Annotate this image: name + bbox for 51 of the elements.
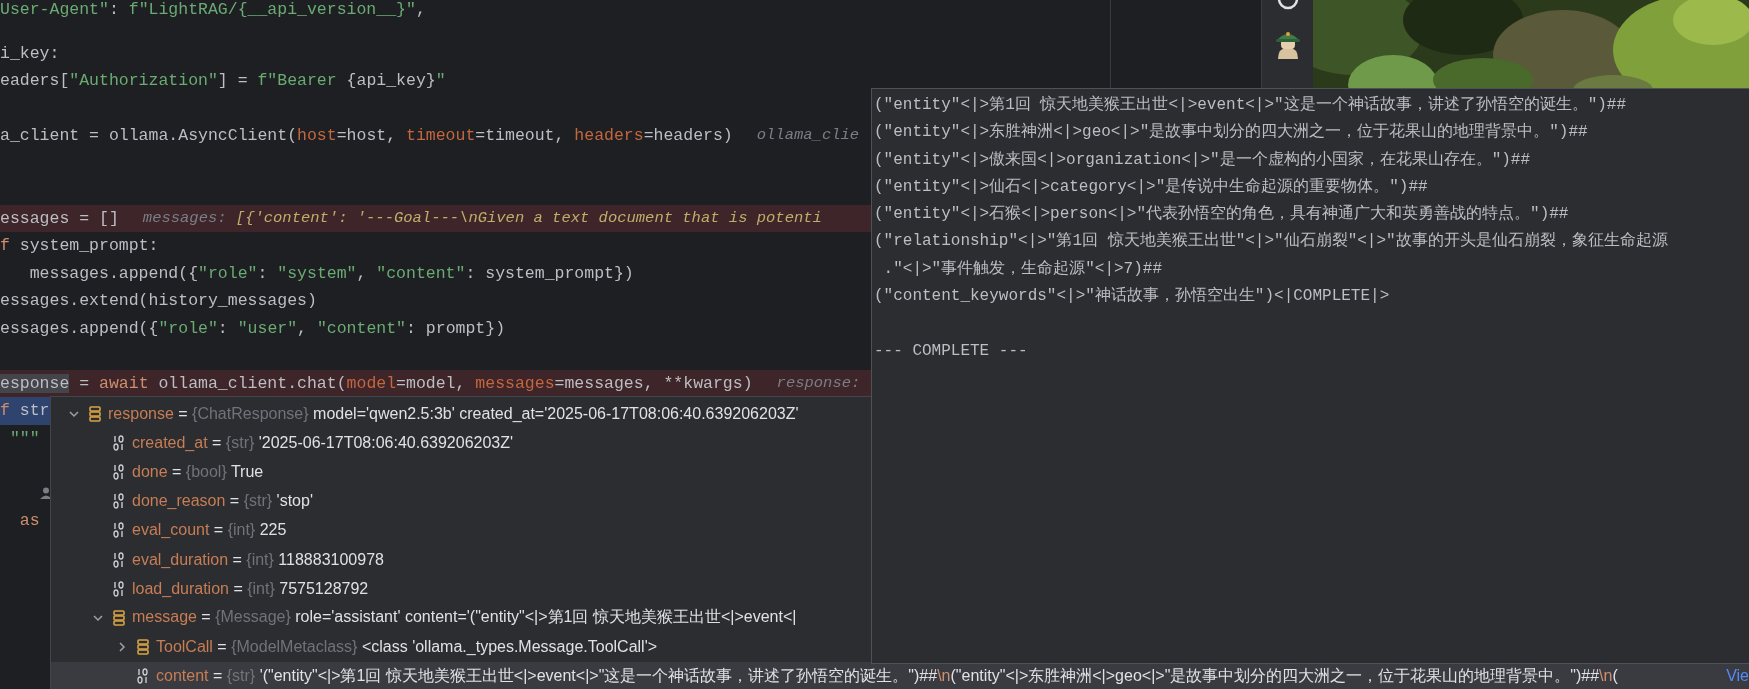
stack-icon <box>89 405 101 422</box>
binary-icon <box>113 463 125 480</box>
code-line: f system_prompt: <box>0 235 159 257</box>
tree-row[interactable]: eval_count = {int} 225 <box>51 515 1749 545</box>
code-line: a_client = ollama.AsyncClient(host=host, timeout=timeout, headers=headers) <box>0 125 733 147</box>
variable-text: eval_count = {int} 225 <box>132 521 287 540</box>
value-hint: messages: [{'content': '---Goal---\nGiven a text document that is potenti <box>142 207 822 229</box>
variable-text: eval_duration = {int} 118883100978 <box>132 550 384 569</box>
text-line: ("entity"<|>石猴<|>person<|>"代表孙悟空的角色，具有神通广大和英勇善战的特点。")## <box>874 203 1570 226</box>
text-line: ("entity"<|>傲来国<|>organization<|>"是一个虚构的小国家，在花果山存在。")## <box>874 149 1532 171</box>
variable-text: response = {ChatResponse} model='qwen2.5:3b' created_at='2025-06-17T08:06:40.639206203Z' <box>108 404 799 423</box>
text-line: ("content_keywords"<|>"神话故事，孙悟空出生")<|COMPLETE|> <box>874 285 1391 308</box>
tree-row[interactable]: eval_duration = {int} 118883100978 <box>51 544 1749 575</box>
binary-icon <box>137 668 149 685</box>
code-line: essages.extend(history_messages) <box>0 290 317 312</box>
binary-icon <box>113 551 125 568</box>
code-line: """ <box>8 427 40 450</box>
code-line: i_key: <box>0 42 60 65</box>
code-line: essages = [] <box>0 207 119 230</box>
code-line: messages.append({"role": "system", "content": system_prompt}) <box>28 262 634 285</box>
tree-row[interactable]: message = {Message} role='assistant' content='("entity"<|>第1回 惊天地美猴王出世<|>event<| <box>51 603 1749 633</box>
code-line: User-Agent": f"LightRAG/{__api_version__}", <box>0 0 426 20</box>
binary-icon <box>113 580 125 597</box>
text-line: ("entity"<|>仙石<|>category<|>"是传说中生命起源的重要物体。")## <box>874 176 1429 198</box>
code-line: eaders["Authorization"] = f"Bearer {api_key}" <box>0 70 446 92</box>
text-line: ("relationship"<|>"第1回 惊天地美猴王出世"<|>"仙石崩裂"<|>"故事的开头是仙石崩裂，象征生命起源 <box>874 230 1669 253</box>
variable-text: created_at = {str} '2025-06-17T08:06:40.639206203Z' <box>132 433 514 452</box>
tree-row[interactable]: load_duration = {int} 7575128792 <box>51 574 1749 604</box>
value-hint: ollama_clie <box>756 125 860 146</box>
variable-text: content = {str} '("entity"<|>第1回 惊天地美猴王出世<|>event<|>"这是一个神话故事，讲述了孙悟空的诞生。")##\n("entity"<|>东胜神洲<|>geo<|>"是故事中划分的四大洲之一，位于花果山的地理背景中。")##\n( <box>156 665 1618 686</box>
text-line: ."<|>"事件触发，生命起源"<|>7)## <box>882 258 1164 280</box>
variable-text: done_reason = {str} 'stop' <box>132 492 313 511</box>
value-hint: response: <box>776 372 861 394</box>
text-line: ("entity"<|>第1回 惊天地美猴王出世<|>event<|>"这是一个神话故事，讲述了孙悟空的诞生。")## <box>874 94 1628 116</box>
variable-text: ToolCall = {ModelMetaclass} <class 'ollama._types.Message.ToolCall'> <box>156 638 658 657</box>
binary-icon <box>113 434 125 451</box>
code-line: f str <box>0 400 50 422</box>
text-line: ("entity"<|>东胜神洲<|>geo<|>"是故事中划分的四大洲之一，位于花果山的地理背景中。")## <box>874 121 1589 144</box>
code-line: as <box>18 510 40 532</box>
variable-text: done = {bool} True <box>132 462 264 481</box>
code-line: essages.append({"role": "user", "content": prompt}) <box>0 317 506 340</box>
binary-icon <box>113 522 125 539</box>
stack-icon <box>113 609 125 626</box>
tree-row[interactable]: ToolCall = {ModelMetaclass} <class 'ollama._types.Message.ToolCall'> <box>51 632 1749 662</box>
variable-text: message = {Message} role='assistant' content='("entity"<|>第1回 惊天地美猴王出世<|>event<| <box>132 607 797 628</box>
stack-icon <box>137 639 149 656</box>
code-line: esponse = await ollama_client.chat(model=model, messages=messages, **kwargs) <box>0 372 753 395</box>
variable-text: load_duration = {int} 7575128792 <box>132 579 369 598</box>
binary-icon <box>113 493 125 510</box>
tree-row[interactable]: content = {str} '("entity"<|>第1回 惊天地美猴王出世<|>event<|>"这是一个神话故事，讲述了孙悟空的诞生。")##\n("entity"<|>东胜神洲<|>geo<|>"是故事中划分的四大洲之一，位于花果山的地理背景中。")##\n( Vie <box>51 661 1749 689</box>
status-text: --- COMPLETE --- <box>874 340 1029 362</box>
